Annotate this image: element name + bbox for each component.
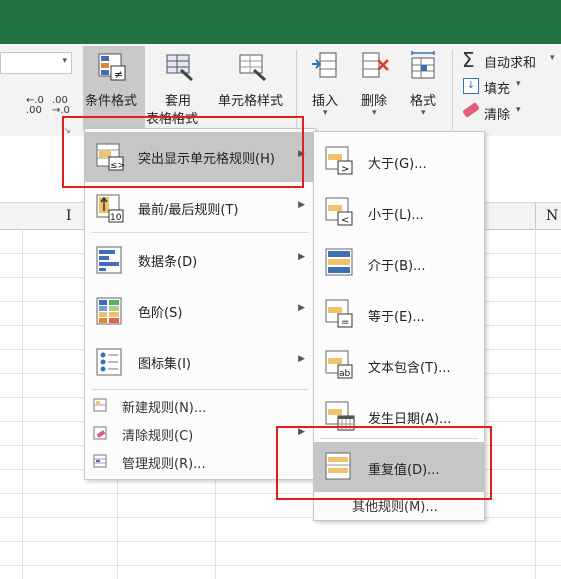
grid-line [22, 229, 23, 579]
submenu-item-greater[interactable]: > 大于(G)... [314, 136, 484, 186]
chevron-down-icon[interactable]: ▾ [421, 108, 426, 118]
between-icon [325, 248, 353, 276]
chevron-down-icon[interactable]: ▾ [516, 79, 521, 89]
svg-text:≠: ≠ [114, 68, 123, 81]
grid-line [0, 541, 561, 542]
icon-sets-icon [96, 348, 122, 376]
grid-line [0, 565, 561, 566]
decrease-decimal-button[interactable]: ←.0.00 [26, 96, 44, 116]
divider [91, 389, 309, 390]
new-rule-label: 新建规则(N)... [122, 401, 207, 416]
new-rule-icon [93, 398, 107, 412]
clear-rules-label: 清除规则(C) [122, 429, 194, 444]
less-than-icon: < [325, 197, 353, 226]
cell-style-label: 单元格样式 [218, 94, 284, 109]
insert-icon[interactable] [310, 50, 340, 80]
menu-item-data-bars[interactable]: 数据条(D) ▶ [85, 235, 315, 285]
chevron-right-icon: ▶ [298, 200, 305, 210]
between-label: 介于(B)... [368, 259, 426, 274]
fill-down-icon: ↓ [463, 78, 479, 94]
autosum-icon: Σ [462, 48, 475, 72]
svg-text:10: 10 [110, 213, 122, 223]
date-occurring-label: 发生日期(A)... [368, 412, 452, 427]
column-header-n[interactable]: N [546, 208, 558, 224]
submenu-item-less[interactable]: < 小于(L)... [314, 187, 484, 237]
menu-item-icon-sets[interactable]: 图标集(I) ▶ [85, 337, 315, 387]
grid-line [535, 229, 536, 579]
column-header-i[interactable]: I [66, 208, 72, 224]
number-format-select[interactable]: ▾ [0, 52, 72, 74]
divider [452, 50, 453, 130]
manage-rules-icon [93, 454, 107, 468]
text-contains-icon: ab [325, 350, 353, 379]
menu-item-new-rule[interactable]: 新建规则(N)... [85, 391, 315, 419]
color-scales-icon [96, 297, 122, 325]
chevron-right-icon: ▶ [298, 252, 305, 262]
chevron-down-icon[interactable]: ▾ [550, 53, 555, 63]
greater-than-icon: > [325, 146, 353, 175]
text-contains-label: 文本包含(T)... [368, 361, 451, 376]
title-bar [0, 0, 561, 44]
chevron-right-icon: ▶ [298, 354, 305, 364]
increase-decimal-button[interactable]: .00 →.0 [52, 96, 70, 116]
data-bars-label: 数据条(D) [138, 255, 198, 270]
manage-rules-label: 管理规则(R)... [122, 457, 206, 472]
top-bottom-label: 最前/最后规则(T) [138, 203, 239, 218]
color-scales-label: 色阶(S) [138, 306, 183, 321]
menu-item-top-bottom[interactable]: 10 最前/最后规则(T) ▶ [85, 183, 315, 233]
cell-style-icon[interactable] [238, 52, 268, 82]
insert-label: 插入 [312, 94, 339, 109]
less-label: 小于(L)... [368, 208, 424, 223]
fill-label[interactable]: 填充 [484, 78, 510, 97]
chevron-down-icon: ▾ [62, 56, 67, 66]
highlight-annotation-box [62, 116, 304, 188]
cond-format-label: 条件格式 [85, 94, 138, 109]
svg-text:>: > [341, 164, 349, 175]
menu-item-color-scales[interactable]: 色阶(S) ▶ [85, 286, 315, 336]
submenu-item-equal[interactable]: = 等于(E)... [314, 289, 484, 339]
table-format-icon[interactable] [165, 52, 195, 82]
greater-label: 大于(G)... [368, 157, 427, 172]
data-bars-icon [96, 246, 122, 274]
table-format-label-1: 套用 [165, 94, 192, 109]
divider [91, 232, 309, 233]
submenu-item-text-contains[interactable]: ab 文本包含(T)... [314, 340, 484, 390]
equal-label: 等于(E)... [368, 310, 425, 325]
format-icon[interactable] [408, 50, 438, 80]
chevron-down-icon[interactable]: ▾ [323, 108, 328, 118]
chevron-down-icon[interactable]: ▾ [516, 105, 521, 115]
autosum-label[interactable]: 自动求和 [484, 52, 536, 71]
delete-icon[interactable] [360, 50, 390, 80]
format-label: 格式 [410, 94, 437, 109]
eraser-icon [462, 102, 480, 118]
duplicate-annotation-box [276, 426, 492, 500]
svg-text:=: = [341, 317, 349, 328]
submenu-item-between[interactable]: 介于(B)... [314, 238, 484, 288]
delete-label: 删除 [361, 94, 388, 109]
chevron-down-icon[interactable]: ▾ [372, 108, 377, 118]
svg-text:ab: ab [339, 369, 351, 379]
clear-rules-icon [93, 426, 107, 440]
icon-sets-label: 图标集(I) [138, 357, 191, 372]
divider [535, 203, 536, 229]
chevron-right-icon: ▶ [298, 303, 305, 313]
clear-label[interactable]: 清除 [484, 104, 510, 123]
equal-icon: = [325, 299, 353, 328]
top-bottom-icon: 10 [96, 194, 124, 223]
svg-text:<: < [341, 215, 349, 226]
conditional-format-icon: ≠ [98, 53, 126, 81]
